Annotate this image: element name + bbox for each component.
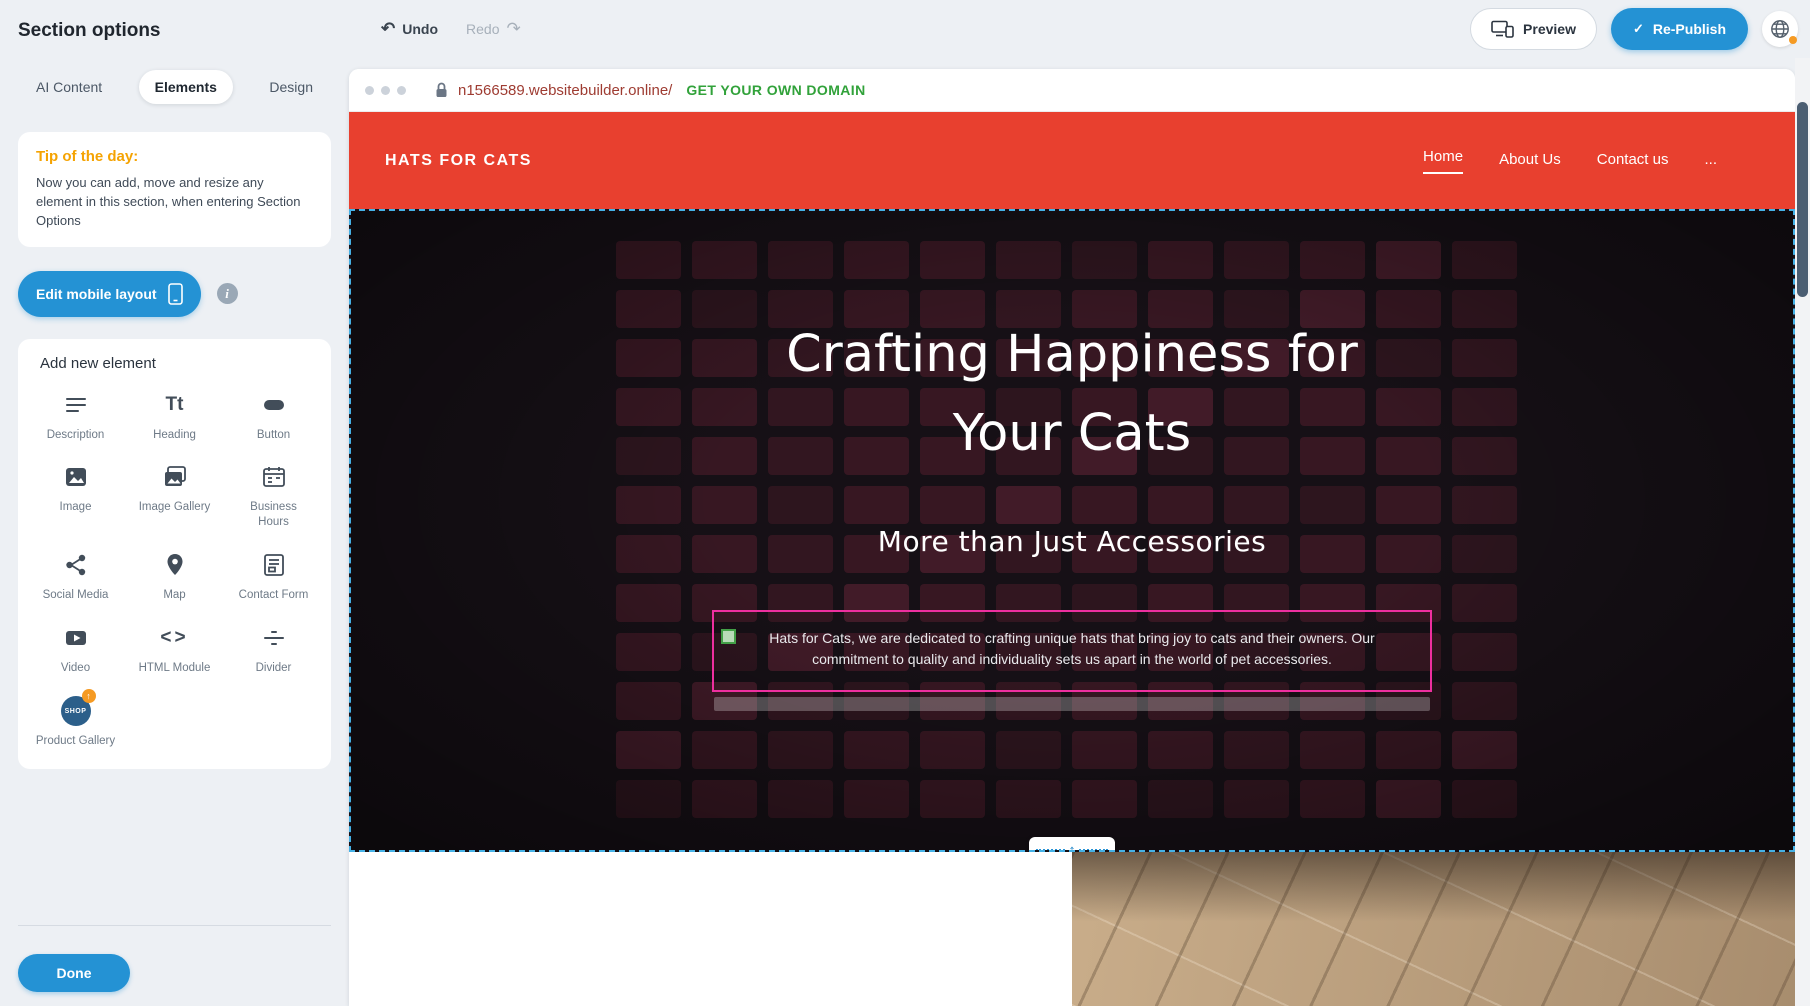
site-nav: Home About Us Contact us ... bbox=[1423, 148, 1717, 174]
hero-section-selected[interactable]: Crafting Happiness for Your Cats More th… bbox=[349, 209, 1795, 852]
site-url[interactable]: n1566589.websitebuilder.online/ bbox=[458, 82, 672, 99]
republish-label: Re-Publish bbox=[1653, 21, 1726, 37]
lock-icon bbox=[434, 81, 449, 99]
pavement-photo bbox=[1072, 852, 1795, 1006]
element-item-heading[interactable]: Tt Heading bbox=[125, 390, 224, 443]
check-icon: ✓ bbox=[1633, 21, 1644, 37]
section-resize-handle[interactable]: ↕ bbox=[1029, 837, 1115, 852]
footer-divider bbox=[18, 925, 331, 926]
notification-dot bbox=[1789, 36, 1797, 44]
scrollbar-thumb[interactable] bbox=[1797, 102, 1808, 297]
language-globe-button[interactable] bbox=[1762, 11, 1798, 47]
app: Section options ↶ Undo Redo ↷ P bbox=[0, 0, 1810, 1006]
upgrade-badge-icon: ↑ bbox=[82, 689, 96, 703]
scrollbar-track[interactable] bbox=[1795, 58, 1810, 1006]
resize-handle-left[interactable] bbox=[721, 629, 736, 644]
mobile-layout-row: Edit mobile layout i bbox=[18, 271, 331, 317]
republish-button[interactable]: ✓ Re-Publish bbox=[1611, 8, 1748, 50]
image-gallery-icon bbox=[162, 462, 188, 492]
heading-icon: Tt bbox=[166, 390, 184, 420]
info-icon[interactable]: i bbox=[217, 283, 238, 304]
element-item-image-gallery[interactable]: Image Gallery bbox=[125, 462, 224, 530]
element-item-html-module[interactable]: <> HTML Module bbox=[125, 623, 224, 676]
add-element-title: Add new element bbox=[40, 355, 323, 372]
site-header[interactable]: HATS FOR CATS Home About Us Contact us .… bbox=[349, 112, 1795, 209]
nav-home[interactable]: Home bbox=[1423, 148, 1463, 174]
site-logo[interactable]: HATS FOR CATS bbox=[385, 152, 532, 170]
tab-elements[interactable]: Elements bbox=[139, 70, 233, 104]
sidebar-tabs: AI Content Elements Design bbox=[20, 70, 329, 104]
canvas: n1566589.websitebuilder.online/ GET YOUR… bbox=[349, 58, 1810, 1006]
element-item-divider[interactable]: Divider bbox=[224, 623, 323, 676]
tip-of-the-day-card: Tip of the day: Now you can add, move an… bbox=[18, 132, 331, 247]
undo-redo-group: ↶ Undo Redo ↷ bbox=[381, 0, 521, 58]
hero-paragraph-text[interactable]: Hats for Cats, we are dedicated to craft… bbox=[732, 628, 1412, 670]
nav-more[interactable]: ... bbox=[1704, 151, 1717, 170]
redo-button[interactable]: Redo ↷ bbox=[466, 19, 521, 39]
element-item-video[interactable]: Video bbox=[26, 623, 125, 676]
resize-arrows-icon: ↕ bbox=[1065, 843, 1079, 852]
description-icon bbox=[63, 390, 89, 420]
hero-content: Crafting Happiness for Your Cats More th… bbox=[351, 211, 1793, 850]
edit-mobile-layout-button[interactable]: Edit mobile layout bbox=[18, 271, 201, 317]
divider-icon bbox=[261, 623, 287, 653]
paragraph-shadow-bar bbox=[714, 697, 1430, 711]
video-icon bbox=[63, 623, 89, 653]
redo-icon: ↷ bbox=[506, 19, 520, 39]
phone-icon bbox=[168, 283, 183, 305]
hero-paragraph-selected[interactable]: Hats for Cats, we are dedicated to craft… bbox=[712, 610, 1432, 692]
undo-button[interactable]: ↶ Undo bbox=[381, 19, 438, 39]
business-hours-icon bbox=[261, 462, 287, 492]
tab-design[interactable]: Design bbox=[253, 70, 329, 104]
window-dot bbox=[381, 86, 390, 95]
hero-heading[interactable]: Crafting Happiness for Your Cats bbox=[747, 315, 1397, 473]
html-module-icon: <> bbox=[160, 623, 188, 653]
window-dot bbox=[365, 86, 374, 95]
globe-icon bbox=[1769, 18, 1791, 40]
product-gallery-icon: SHOP ↑ bbox=[61, 696, 91, 726]
element-item-social-media[interactable]: Social Media bbox=[26, 550, 125, 603]
element-item-contact-form[interactable]: Contact Form bbox=[224, 550, 323, 603]
site-preview: HATS FOR CATS Home About Us Contact us .… bbox=[349, 112, 1795, 1006]
element-item-description[interactable]: Description bbox=[26, 390, 125, 443]
tip-heading: Tip of the day: bbox=[36, 148, 313, 165]
sidebar-footer: Done bbox=[0, 925, 349, 1006]
preview-button[interactable]: Preview bbox=[1470, 8, 1597, 50]
page-title: Section options bbox=[18, 20, 161, 42]
browser-window: n1566589.websitebuilder.online/ GET YOUR… bbox=[349, 69, 1795, 1006]
element-item-map[interactable]: Map bbox=[125, 550, 224, 603]
nav-about-us[interactable]: About Us bbox=[1499, 151, 1561, 170]
window-dots bbox=[365, 86, 406, 95]
contact-form-icon bbox=[261, 550, 287, 580]
element-item-business-hours[interactable]: Business Hours bbox=[224, 462, 323, 530]
get-domain-link[interactable]: GET YOUR OWN DOMAIN bbox=[686, 82, 865, 98]
element-item-button[interactable]: Button bbox=[224, 390, 323, 443]
preview-label: Preview bbox=[1523, 21, 1576, 37]
browser-chrome-bar: n1566589.websitebuilder.online/ GET YOUR… bbox=[349, 69, 1795, 112]
edit-mobile-label: Edit mobile layout bbox=[36, 286, 157, 302]
devices-icon bbox=[1491, 20, 1514, 38]
map-icon bbox=[162, 550, 188, 580]
redo-label: Redo bbox=[466, 21, 499, 37]
element-grid: Description Tt Heading Button bbox=[26, 390, 323, 750]
button-icon bbox=[261, 390, 287, 420]
social-media-icon bbox=[63, 550, 89, 580]
nav-contact-us[interactable]: Contact us bbox=[1597, 151, 1669, 170]
tab-ai-content[interactable]: AI Content bbox=[20, 70, 118, 104]
element-item-image[interactable]: Image bbox=[26, 462, 125, 530]
done-button[interactable]: Done bbox=[18, 954, 130, 992]
topbar: Section options ↶ Undo Redo ↷ P bbox=[0, 0, 1810, 58]
undo-icon: ↶ bbox=[381, 19, 395, 39]
sidebar: AI Content Elements Design Tip of the da… bbox=[0, 58, 349, 1006]
next-section[interactable] bbox=[349, 852, 1795, 1006]
undo-label: Undo bbox=[402, 21, 438, 37]
hero-subheading[interactable]: More than Just Accessories bbox=[878, 525, 1266, 558]
image-icon bbox=[63, 462, 89, 492]
window-dot bbox=[397, 86, 406, 95]
tip-body: Now you can add, move and resize any ele… bbox=[36, 174, 313, 231]
element-item-product-gallery[interactable]: SHOP ↑ Product Gallery bbox=[26, 696, 125, 749]
add-element-panel: Add new element Description Tt Heading bbox=[18, 339, 331, 770]
topbar-actions: Preview ✓ Re-Publish bbox=[1470, 0, 1798, 58]
